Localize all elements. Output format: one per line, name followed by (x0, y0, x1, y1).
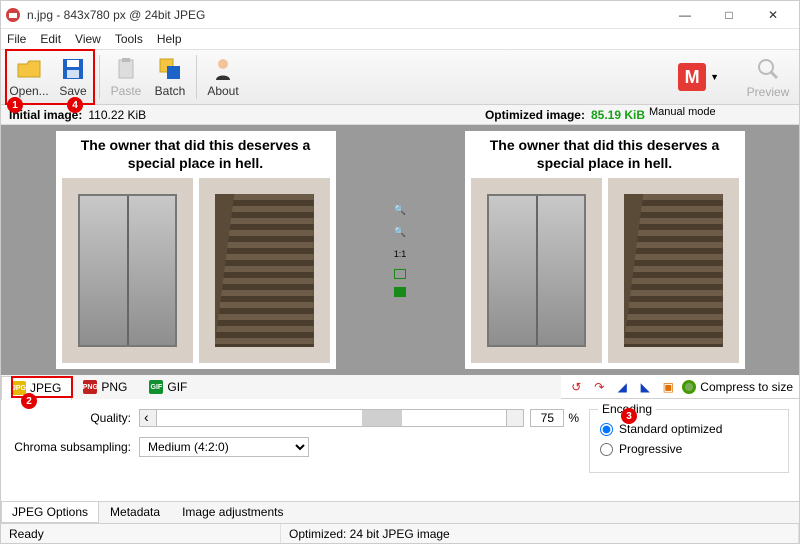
crop-icon[interactable]: ▣ (659, 378, 677, 396)
compress-to-size-button[interactable]: Compress to size (682, 380, 793, 394)
tab-jpeg-label: JPEG (30, 381, 61, 395)
image-caption-right: The owner that did this deserves a speci… (465, 131, 745, 172)
zoom-out-icon[interactable]: 🔍 (393, 225, 407, 239)
mode-label: Manual mode (649, 106, 716, 118)
annotation-3: 3 (621, 408, 637, 424)
tab-jpeg[interactable]: JPGJPEG (1, 376, 72, 400)
minimize-button[interactable]: — (663, 1, 707, 29)
bottom-tabs: JPEG Options Metadata Image adjustments (1, 501, 799, 523)
tab-png-label: PNG (101, 380, 127, 394)
magnifier-icon (755, 56, 781, 85)
encoding-standard-radio[interactable]: Standard optimized (600, 422, 778, 436)
quality-label: Quality: (11, 411, 131, 425)
chroma-select[interactable]: Medium (4:2:0) (139, 437, 309, 457)
open-button[interactable]: Open... (7, 52, 51, 102)
initial-size: 110.22 KiB (88, 108, 146, 122)
preview-area: The owner that did this deserves a speci… (1, 125, 799, 375)
zoom-1to1-button[interactable]: 1:1 (393, 247, 407, 261)
zoom-in-icon[interactable]: 🔍 (393, 203, 407, 217)
radio-progressive[interactable] (600, 443, 613, 456)
annotation-4: 4 (67, 97, 83, 113)
maximize-button[interactable]: □ (707, 1, 751, 29)
menu-view[interactable]: View (75, 32, 101, 46)
menu-help[interactable]: Help (157, 32, 182, 46)
tab-image-adjustments[interactable]: Image adjustments (171, 502, 294, 523)
quality-unit: % (568, 411, 579, 425)
open-label: Open... (9, 84, 48, 98)
preview-label: Preview (747, 85, 790, 99)
save-button[interactable]: Save (51, 52, 95, 102)
about-button[interactable]: About (201, 52, 245, 102)
chroma-label: Chroma subsampling: (11, 440, 131, 454)
undo-icon[interactable]: ↺ (567, 378, 585, 396)
menu-edit[interactable]: Edit (40, 32, 61, 46)
zoom-toolbar: 🔍 🔍 1:1 (390, 125, 410, 375)
settings-panel: Quality: ‹ › % Chroma subsampling: Mediu… (1, 399, 799, 479)
tab-gif-label: GIF (167, 380, 187, 394)
mode-icon: M (678, 63, 706, 91)
app-icon (5, 7, 21, 23)
paste-icon (113, 56, 139, 82)
batch-label: Batch (155, 84, 186, 98)
mode-selector[interactable]: M ▼ (678, 63, 719, 91)
menu-tools[interactable]: Tools (115, 32, 143, 46)
status-ready: Ready (1, 524, 281, 543)
fit-icon[interactable] (394, 269, 406, 279)
toolbar: Open... Save Paste Batch About M ▼ Previ… (1, 49, 799, 105)
flip-h-icon[interactable]: ◢ (613, 378, 631, 396)
flip-v-icon[interactable]: ◣ (636, 378, 654, 396)
encoding-standard-label: Standard optimized (619, 422, 722, 436)
grid-icon[interactable] (394, 287, 406, 297)
gear-icon (682, 380, 696, 394)
encoding-progressive-label: Progressive (619, 442, 682, 456)
redo-icon[interactable]: ↷ (590, 378, 608, 396)
menu-file[interactable]: File (7, 32, 26, 46)
tab-metadata[interactable]: Metadata (99, 502, 171, 523)
batch-button[interactable]: Batch (148, 52, 192, 102)
optimized-preview-pane[interactable]: The owner that did this deserves a speci… (410, 125, 799, 375)
close-button[interactable]: ✕ (751, 1, 795, 29)
radio-standard[interactable] (600, 423, 613, 436)
save-label: Save (59, 84, 86, 98)
batch-icon (157, 56, 183, 82)
annotation-2: 2 (21, 393, 37, 409)
tab-gif[interactable]: GIFGIF (138, 375, 198, 399)
menu-bar: File Edit View Tools Help (1, 29, 799, 49)
optimized-size: 85.19 KiB (591, 108, 645, 122)
encoding-progressive-radio[interactable]: Progressive (600, 442, 778, 456)
open-icon (16, 56, 42, 82)
paste-label: Paste (111, 84, 142, 98)
encoding-group: Encoding Standard optimized Progressive (589, 409, 789, 473)
quality-value-input[interactable] (530, 409, 564, 427)
annotation-1: 1 (7, 97, 23, 113)
save-icon (60, 56, 86, 82)
tab-jpeg-options[interactable]: JPEG Options (1, 502, 99, 523)
image-caption-left: The owner that did this deserves a speci… (56, 131, 336, 172)
tab-png[interactable]: PNGPNG (72, 375, 138, 399)
status-optimized: Optimized: 24 bit JPEG image (281, 524, 799, 543)
initial-preview-pane[interactable]: The owner that did this deserves a speci… (1, 125, 390, 375)
about-icon (210, 56, 236, 82)
about-label: About (207, 84, 238, 98)
window-title: n.jpg - 843x780 px @ 24bit JPEG (27, 8, 663, 22)
preview-button[interactable]: Preview (743, 56, 793, 99)
compress-label: Compress to size (700, 380, 793, 394)
paste-button[interactable]: Paste (104, 52, 148, 102)
quality-slider[interactable]: ‹ › (139, 409, 524, 427)
status-bar: Ready Optimized: 24 bit JPEG image (1, 523, 799, 543)
optimized-label: Optimized image: (485, 108, 585, 122)
